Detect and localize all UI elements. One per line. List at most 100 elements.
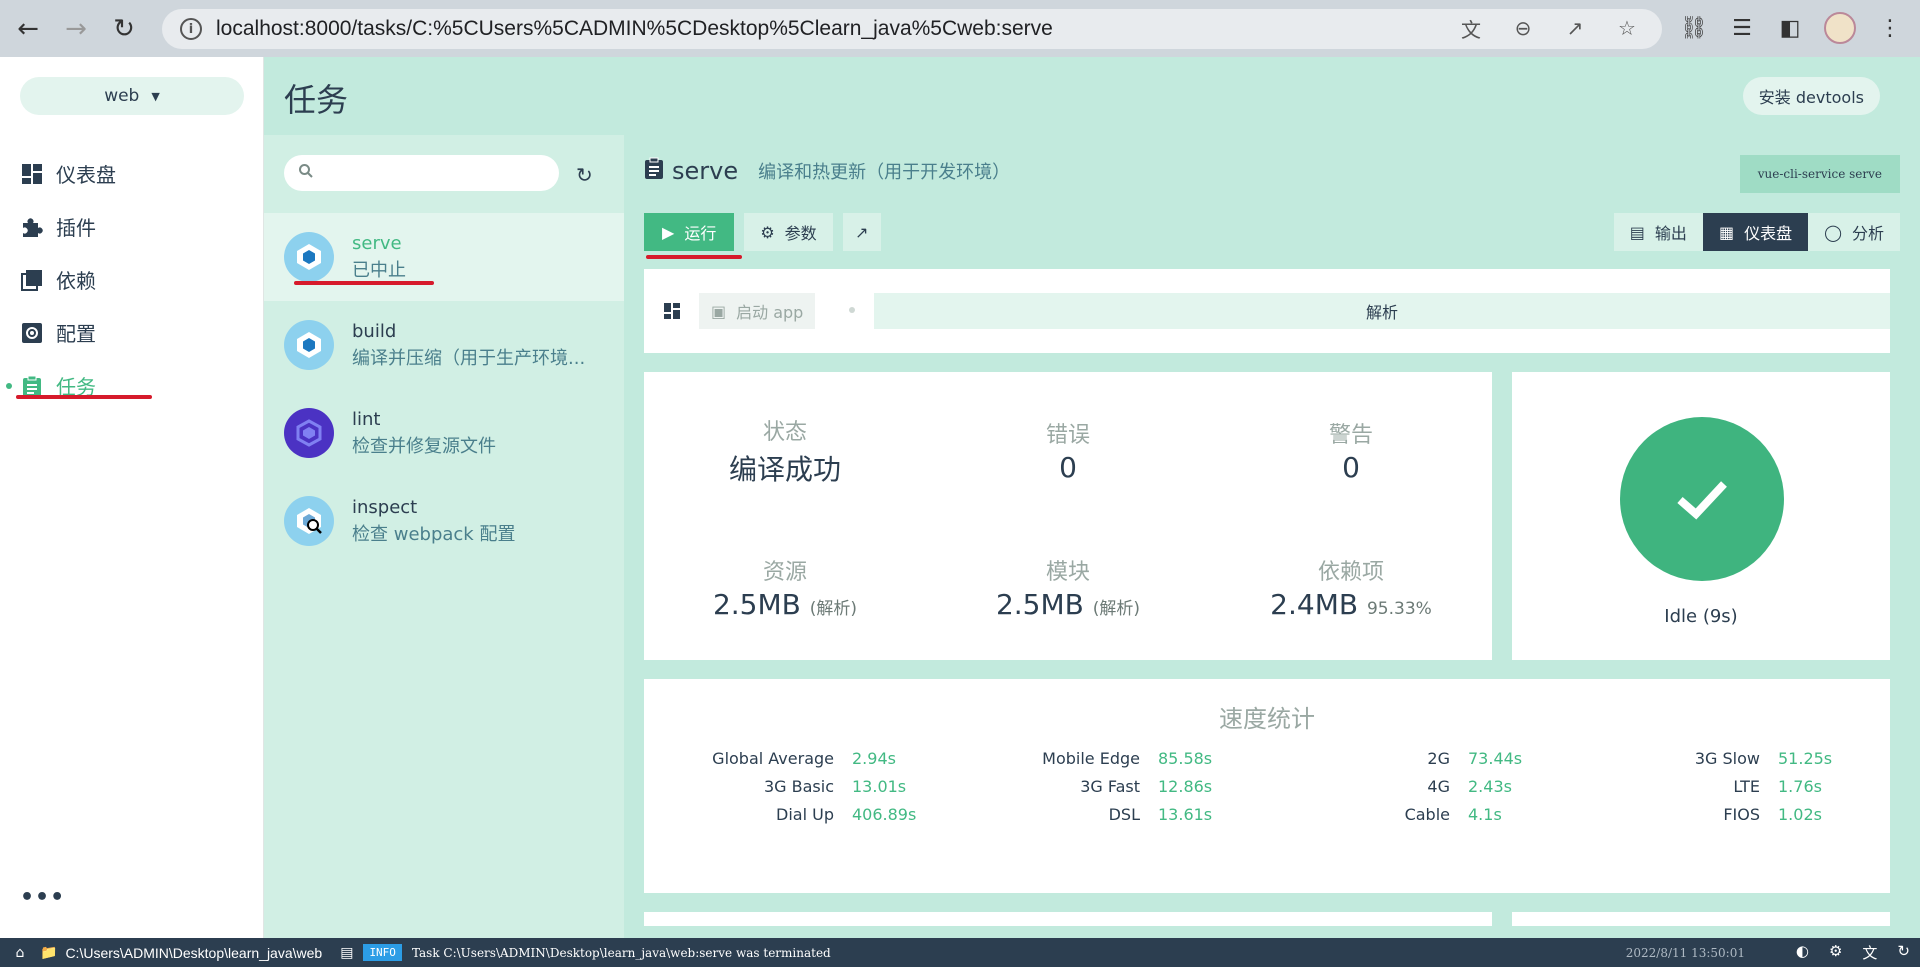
task-desc: 编译并压缩（用于生产环境... xyxy=(352,347,586,369)
speed-stat-value: 13.61s xyxy=(1158,805,1213,824)
speed-stat-value: 85.58s xyxy=(1158,749,1213,768)
analyze-progress-bar: 解析 xyxy=(874,293,1890,329)
eslint-icon xyxy=(284,408,334,458)
status-bar: ⌂ 📁 C:\Users\ADMIN\Desktop\learn_java\we… xyxy=(0,938,1920,967)
speed-stats-card: 速度统计 Global Average 2.94s Mobile Edge 85.58… xyxy=(644,679,1890,893)
speed-stat-label: 3G Fast xyxy=(1080,777,1140,796)
sidebar-item-tasks[interactable]: 任务 xyxy=(0,359,264,412)
launch-icon: ▣ xyxy=(711,301,727,321)
url-text[interactable]: localhost:8000/tasks/C:%5CUsers%5CADMIN%… xyxy=(216,17,1053,41)
page-title: 任务 xyxy=(284,81,349,119)
sidebar-item-config[interactable]: 配置 xyxy=(0,306,264,359)
site-info-icon[interactable]: i xyxy=(180,18,202,40)
refresh-icon[interactable]: ↻ xyxy=(576,163,593,187)
sidebar-item-plugins[interactable]: 插件 xyxy=(0,200,264,253)
install-devtools-button[interactable]: 安装 devtools xyxy=(1742,77,1880,115)
speed-stat: Cable 4.1s xyxy=(1280,805,1502,824)
refresh-icon[interactable]: ↻ xyxy=(1897,942,1910,963)
stat-dependencies: 依赖项 2.4MB 95.33% xyxy=(1210,554,1492,621)
speed-stat-label: Global Average xyxy=(712,749,834,768)
project-path[interactable]: 📁 C:\Users\ADMIN\Desktop\learn_java\web xyxy=(40,944,322,961)
task-name: build xyxy=(352,320,397,342)
extensions-icon[interactable]: ⛓ xyxy=(1680,12,1708,44)
annotation-underline xyxy=(294,281,434,285)
tab-analyzer[interactable]: ◯ 分析 xyxy=(1808,213,1900,251)
search-input[interactable] xyxy=(284,155,559,191)
stat-value: 2.5MB xyxy=(995,588,1084,621)
tab-dashboard[interactable]: ▦ 仪表盘 xyxy=(1702,213,1809,251)
more-icon[interactable]: ••• xyxy=(20,885,65,910)
clipboard-icon xyxy=(644,157,664,185)
bug-icon[interactable]: ⚙ xyxy=(1829,942,1842,963)
task-item-build[interactable]: build 编译并压缩（用于生产环境... xyxy=(264,301,624,389)
speed-stat: Mobile Edge 85.58s xyxy=(970,749,1212,768)
log-level-badge: INFO xyxy=(363,944,402,961)
success-check-icon xyxy=(1620,417,1784,581)
sidebar-item-label: 仪表盘 xyxy=(56,163,116,187)
stat-label: 警告 xyxy=(1328,423,1373,448)
zoom-out-icon[interactable]: ⊖ xyxy=(1510,15,1536,41)
task-item-lint[interactable]: lint 检查并修复源文件 xyxy=(264,389,624,477)
speed-stat-value: 2.43s xyxy=(1468,777,1512,796)
speed-stat-label: LTE xyxy=(1733,777,1760,796)
dark-mode-icon[interactable]: ◐ xyxy=(1796,942,1809,963)
task-title: serve xyxy=(672,157,739,185)
webpack-icon xyxy=(284,232,334,282)
side-panel-icon[interactable]: ◧ xyxy=(1776,12,1804,44)
stat-warnings: 警告 0 xyxy=(1210,417,1492,484)
speed-stat-label: 3G Slow xyxy=(1694,749,1760,768)
sidebar: web ▼ 仪表盘 插件 依赖 配置 任务 ••• xyxy=(0,57,264,938)
speed-stat-label: 2G xyxy=(1427,749,1450,768)
stat-sub: (解析) xyxy=(1092,599,1141,619)
vue-ui-app: web ▼ 仪表盘 插件 依赖 配置 任务 ••• 任务 安装 devtools… xyxy=(0,57,1920,938)
sidebar-item-dashboard[interactable]: 仪表盘 xyxy=(0,147,264,200)
share-icon[interactable]: ↗ xyxy=(1562,15,1588,41)
tab-output[interactable]: ▤ 输出 xyxy=(1613,213,1703,251)
donut-icon: ◯ xyxy=(1824,222,1842,242)
stat-label: 依赖项 xyxy=(1317,560,1384,585)
stat-value: 0 xyxy=(1059,451,1077,484)
speed-stat-label: 4G xyxy=(1427,777,1450,796)
speed-stat: FIOS 1.02s xyxy=(1590,805,1822,824)
task-name: serve xyxy=(352,232,402,254)
bookmark-star-icon[interactable]: ☆ xyxy=(1614,15,1640,41)
open-external-button[interactable]: ↗ xyxy=(842,213,881,251)
task-item-inspect[interactable]: inspect 检查 webpack 配置 xyxy=(264,477,624,565)
build-status-card: Idle (9s) xyxy=(1512,372,1890,660)
speed-stat-value: 4.1s xyxy=(1468,805,1502,824)
speed-stat-label: FIOS xyxy=(1723,805,1760,824)
console-icon: ▤ xyxy=(340,944,354,961)
run-button[interactable]: ▶ 运行 xyxy=(644,213,735,251)
stat-label: 模块 xyxy=(1045,560,1090,585)
translate-icon[interactable]: 文 xyxy=(1458,15,1484,42)
annotation-underline xyxy=(16,395,152,399)
back-icon[interactable]: ← xyxy=(8,9,48,49)
task-item-serve[interactable]: serve 已中止 xyxy=(264,213,624,301)
address-bar[interactable]: i localhost:8000/tasks/C:%5CUsers%5CADMI… xyxy=(162,9,1662,49)
gear-icon: ⚙ xyxy=(760,222,775,242)
parameters-button[interactable]: ⚙ 参数 xyxy=(744,213,833,251)
reload-icon[interactable]: ↻ xyxy=(104,9,144,49)
sidebar-item-label: 插件 xyxy=(56,216,96,240)
task-desc: 检查 webpack 配置 xyxy=(352,523,516,545)
project-selector[interactable]: web ▼ xyxy=(20,77,244,115)
build-stats-card: 状态 编译成功 错误 0 警告 0 资源 2.5MB (解析) 模块 2.5MB… xyxy=(644,372,1492,660)
translate-icon[interactable]: 文 xyxy=(1862,942,1877,963)
reading-list-icon[interactable]: ☰ xyxy=(1728,12,1756,44)
sidebar-item-dependencies[interactable]: 依赖 xyxy=(0,253,264,306)
speed-stat-value: 13.01s xyxy=(852,777,907,796)
menu-kebab-icon[interactable]: ⋮ xyxy=(1876,12,1904,44)
home-icon[interactable]: ⌂ xyxy=(0,945,40,961)
project-name: web xyxy=(104,86,140,106)
log-area[interactable]: ▤ INFO Task C:\Users\ADMIN\Desktop\learn… xyxy=(340,944,831,961)
stat-assets: 资源 2.5MB (解析) xyxy=(644,554,926,621)
profile-avatar[interactable] xyxy=(1824,12,1856,44)
separator-dot xyxy=(849,307,855,313)
task-name: inspect xyxy=(352,496,418,518)
library-icon xyxy=(20,268,44,292)
start-app-button[interactable]: ▣ 启动 app xyxy=(699,293,816,329)
page-header: 任务 安装 devtools xyxy=(264,57,1920,135)
forward-icon[interactable]: → xyxy=(56,9,96,49)
speed-stat: 3G Slow 51.25s xyxy=(1590,749,1832,768)
log-message: Task C:\Users\ADMIN\Desktop\learn_java\w… xyxy=(411,945,831,960)
